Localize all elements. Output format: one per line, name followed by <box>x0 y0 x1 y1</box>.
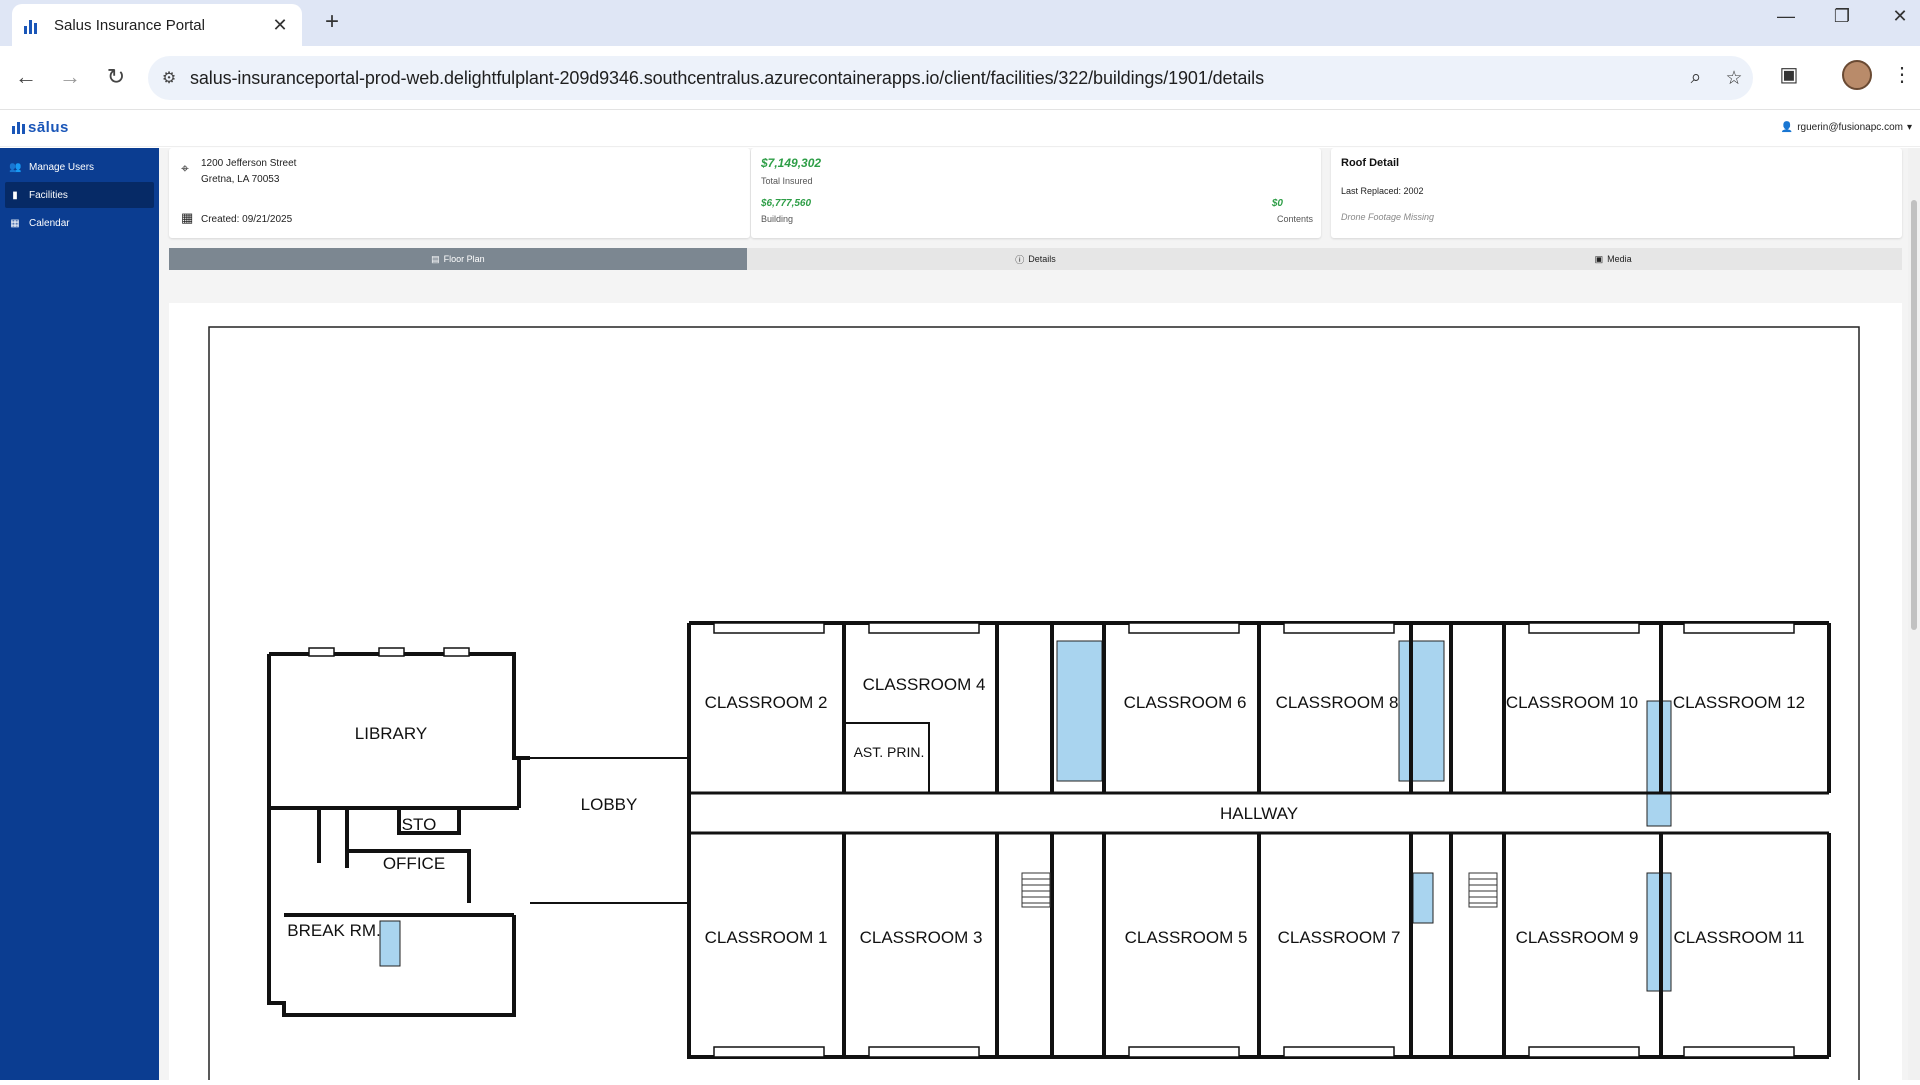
room-classroom-3: CLASSROOM 3 <box>860 928 983 947</box>
new-tab-button[interactable]: + <box>318 8 346 36</box>
restroom-area <box>1398 640 1445 782</box>
close-tab-icon[interactable]: ✕ <box>270 15 290 36</box>
room-break: BREAK RM. <box>287 921 381 940</box>
room-classroom-11: CLASSROOM 11 <box>1673 928 1804 947</box>
floor-plan-drawing[interactable]: LIBRARY LOBBY STO OFFICE BREAK RM. HALLW… <box>169 303 1902 1085</box>
caret-down-icon: ▾ <box>1906 122 1912 133</box>
close-window-icon[interactable]: ✕ <box>1880 6 1920 27</box>
salus-favicon-icon <box>24 16 42 34</box>
sidebar-item-label: Calendar <box>29 217 70 229</box>
roof-title: Roof Detail <box>1341 157 1400 169</box>
sidebar-item-facilities[interactable]: ▮ Facilities <box>5 182 154 208</box>
address-bar[interactable]: ⚙ salus-insuranceportal-prod-web.delight… <box>148 56 1753 100</box>
drone-footage-status: Drone Footage Missing <box>1341 212 1435 222</box>
room-classroom-4: CLASSROOM 4 <box>863 675 986 694</box>
tab-details[interactable]: ⓘ Details <box>747 248 1325 270</box>
minimize-icon[interactable]: — <box>1766 6 1806 27</box>
sidebar-item-label: Manage Users <box>29 161 95 173</box>
room-sto: STO <box>402 815 437 834</box>
tab-label: Details <box>1028 254 1056 264</box>
address-line1: 1200 Jefferson Street <box>201 158 297 169</box>
sidebar-item-label: Facilities <box>29 189 68 201</box>
user-email: rguerin@fusionapc.com <box>1797 122 1903 133</box>
total-insured-label: Total Insured <box>761 176 813 186</box>
back-icon[interactable]: ← <box>12 64 40 90</box>
location-pin-icon: ⌖ <box>181 160 189 176</box>
sidebar-item-calendar[interactable]: ▦ Calendar <box>5 210 154 236</box>
restroom-areas <box>379 640 1672 992</box>
room-library: LIBRARY <box>355 724 427 743</box>
building-tabs: ▤ Floor Plan ⓘ Details ▣ Media <box>169 248 1902 270</box>
forward-icon[interactable]: → <box>56 64 84 90</box>
room-classroom-6: CLASSROOM 6 <box>1124 693 1247 712</box>
roof-card: Roof Detail Last Replaced: 2002 Drone Fo… <box>1331 148 1902 238</box>
tab-media[interactable]: ▣ Media <box>1324 248 1902 270</box>
salus-logo[interactable]: sālus <box>12 119 69 136</box>
scrollbar-thumb[interactable] <box>1911 200 1917 630</box>
room-office: OFFICE <box>383 854 445 873</box>
tab-title: Salus Insurance Portal <box>54 16 205 34</box>
insurance-card: $7,149,302 Total Insured $6,777,560 Buil… <box>751 148 1321 238</box>
room-classroom-8: CLASSROOM 8 <box>1276 693 1399 712</box>
browser-tabstrip: Salus Insurance Portal ✕ + — ❐ ✕ <box>0 0 1920 46</box>
calendar-icon: ▦ <box>10 217 20 229</box>
user-menu[interactable]: 👤 rguerin@fusionapc.com ▾ <box>1781 122 1912 133</box>
tune-icon[interactable]: ⚙ <box>148 68 190 88</box>
address-block: 1200 Jefferson Street Gretna, LA 70053 <box>201 156 296 188</box>
room-lobby: LOBBY <box>581 795 638 814</box>
browser-toolbar: ← → ↻ ⚙ salus-insuranceportal-prod-web.d… <box>0 46 1920 110</box>
tab-floor-plan[interactable]: ▤ Floor Plan <box>169 248 747 270</box>
tab-search-icon[interactable]: ▣ <box>1773 62 1805 87</box>
sidebar: 👥 Manage Users ▮ Facilities ▦ Calendar <box>0 148 159 1080</box>
room-ast-prin: AST. PRIN. <box>854 744 925 760</box>
building-value: $6,777,560 <box>761 198 812 209</box>
restroom-area <box>1412 872 1434 924</box>
room-classroom-7: CLASSROOM 7 <box>1278 928 1401 947</box>
url-text[interactable]: salus-insuranceportal-prod-web.delightfu… <box>190 68 1677 89</box>
calendar-icon: ▦ <box>181 210 194 225</box>
reload-icon[interactable]: ↻ <box>102 64 130 90</box>
floor-plan-panel: LIBRARY LOBBY STO OFFICE BREAK RM. HALLW… <box>169 303 1902 1085</box>
room-classroom-1: CLASSROOM 1 <box>705 928 828 947</box>
sidebar-item-manage-users[interactable]: 👥 Manage Users <box>5 154 154 180</box>
restroom-area <box>379 920 401 967</box>
restroom-area <box>1056 640 1103 782</box>
building-label: Building <box>761 214 794 224</box>
room-hallway: HALLWAY <box>1220 804 1298 823</box>
address-line2: Gretna, LA 70053 <box>201 174 280 185</box>
walls <box>267 621 1831 1059</box>
page-scrollbar[interactable] <box>1908 148 1920 1080</box>
users-icon: 👥 <box>9 161 22 173</box>
floorplan-icon: ▤ <box>431 253 440 264</box>
created-date: Created: 09/21/2025 <box>201 214 293 225</box>
room-classroom-9: CLASSROOM 9 <box>1516 928 1639 947</box>
tab-label: Floor Plan <box>443 254 485 264</box>
menu-icon[interactable]: ⋮ <box>1886 62 1918 87</box>
logo-text: sālus <box>28 119 69 136</box>
browser-tab[interactable]: Salus Insurance Portal ✕ <box>12 4 302 46</box>
address-card: ⌖ 1200 Jefferson Street Gretna, LA 70053… <box>169 148 750 238</box>
contents-label: Contents <box>1276 214 1313 224</box>
profile-avatar[interactable] <box>1842 60 1872 90</box>
star-icon[interactable]: ☆ <box>1715 67 1753 90</box>
user-icon: 👤 <box>1780 122 1794 133</box>
contents-value: $0 <box>1271 198 1283 209</box>
building-icon: ▮ <box>12 189 18 201</box>
image-icon: ▣ <box>1594 253 1604 264</box>
restore-icon[interactable]: ❐ <box>1822 6 1862 27</box>
room-classroom-5: CLASSROOM 5 <box>1125 928 1248 947</box>
room-classroom-10: CLASSROOM 10 <box>1506 693 1638 712</box>
roof-last-replaced: Last Replaced: 2002 <box>1341 186 1424 196</box>
main-content: ⌖ 1200 Jefferson Street Gretna, LA 70053… <box>159 148 1920 1085</box>
zoom-icon[interactable]: ⌕ <box>1677 67 1715 89</box>
room-classroom-12: CLASSROOM 12 <box>1673 693 1805 712</box>
total-insured-value: $7,149,302 <box>761 156 822 170</box>
info-icon: ⓘ <box>1015 254 1025 265</box>
logo-icon <box>12 121 25 134</box>
tab-label: Media <box>1607 254 1632 264</box>
app-header: sālus 👤 rguerin@fusionapc.com ▾ <box>0 111 1920 147</box>
room-classroom-2: CLASSROOM 2 <box>705 693 828 712</box>
